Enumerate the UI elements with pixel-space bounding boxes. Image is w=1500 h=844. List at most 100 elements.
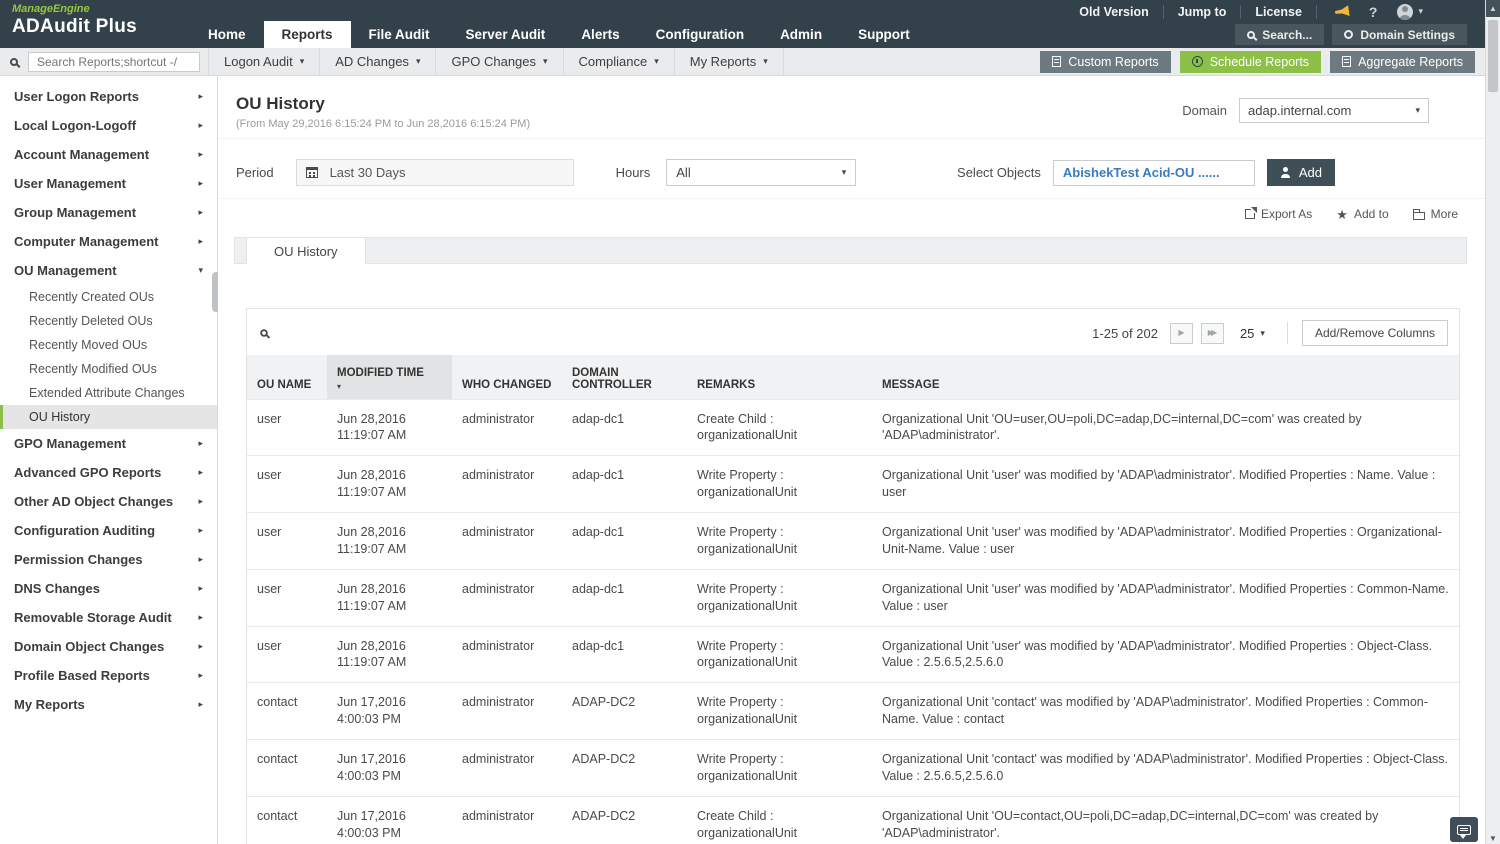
sidebar-item-domain-object-changes[interactable]: Domain Object Changes ▸ xyxy=(0,632,217,661)
column-label: OU NAME xyxy=(257,378,312,391)
domain-select[interactable]: adap.internal.com ▾ xyxy=(1239,98,1429,123)
table-row: user Jun 28,2016 11:19:07 AM administrator… xyxy=(247,455,1459,513)
add-remove-columns-button[interactable]: Add/Remove Columns xyxy=(1301,320,1448,346)
notifications-icon[interactable] xyxy=(1334,5,1349,18)
sidebar-item-user-management[interactable]: User Management ▸ xyxy=(0,169,217,198)
sidebar-item-advanced-gpo-reports[interactable]: Advanced GPO Reports ▸ xyxy=(0,458,217,487)
sidebar-item-user-logon-reports[interactable]: User Logon Reports ▸ xyxy=(0,82,217,111)
sidebar-subitem-ou-history[interactable]: OU History xyxy=(0,405,217,429)
action-add-to[interactable]: ★ Add to xyxy=(1336,207,1388,221)
sidebar-item-my-reports[interactable]: My Reports ▸ xyxy=(0,690,217,719)
scroll-up-icon[interactable]: ▲ xyxy=(1486,0,1500,17)
column-header-modified-time[interactable]: MODIFIED TIME ▾ xyxy=(327,355,452,399)
menu-logon-audit[interactable]: Logon Audit ▾ xyxy=(208,48,321,75)
sidebar-item-gpo-management[interactable]: GPO Management ▸ xyxy=(0,429,217,458)
sidebar-item-ou-management[interactable]: OU Management ▾ xyxy=(0,256,217,285)
next-page-button[interactable]: ▶ xyxy=(1169,322,1193,344)
sidebar-item-computer-management[interactable]: Computer Management ▸ xyxy=(0,227,217,256)
caret-down-icon: ▾ xyxy=(198,265,203,275)
nav-tab-home[interactable]: Home xyxy=(190,21,264,48)
schedule-reports-button[interactable]: Schedule Reports xyxy=(1179,50,1322,73)
sidebar-item-label: Advanced GPO Reports xyxy=(14,465,162,480)
period-input[interactable]: Last 30 Days xyxy=(295,159,574,186)
sidebar-subitem-recently-moved-ous[interactable]: Recently Moved OUs xyxy=(0,333,217,357)
select-objects-input[interactable] xyxy=(1052,159,1255,186)
menu-label: Compliance xyxy=(578,54,648,69)
action-export-as[interactable]: Export As xyxy=(1244,207,1313,221)
sidebar-item-account-management[interactable]: Account Management ▸ xyxy=(0,140,217,169)
action-more[interactable]: More xyxy=(1412,207,1458,221)
cell-dc: ADAP-DC2 xyxy=(562,682,687,740)
column-label: WHO CHANGED xyxy=(462,378,552,391)
sidebar-item-dns-changes[interactable]: DNS Changes ▸ xyxy=(0,574,217,603)
nav-tab-support[interactable]: Support xyxy=(840,21,928,48)
chat-button[interactable] xyxy=(1450,817,1478,842)
menu-gpo-changes[interactable]: GPO Changes ▾ xyxy=(436,48,564,75)
menu-ad-changes[interactable]: AD Changes ▾ xyxy=(320,48,437,75)
add-button-label: Add xyxy=(1298,165,1322,180)
sidebar-item-label: Removable Storage Audit xyxy=(14,610,172,625)
column-header-ou-name[interactable]: OU NAME xyxy=(247,355,327,399)
topbar: ManageEngine ADAudit Plus Old Version Jum… xyxy=(0,0,1485,48)
sidebar-subitem-extended-attribute-changes[interactable]: Extended Attribute Changes xyxy=(0,381,217,405)
sidebar-subitem-recently-created-ous[interactable]: Recently Created OUs xyxy=(0,285,217,309)
sidebar-item-profile-based-reports[interactable]: Profile Based Reports ▸ xyxy=(0,661,217,690)
custom-reports-button[interactable]: Custom Reports xyxy=(1040,50,1171,73)
nav-tab-alerts[interactable]: Alerts xyxy=(563,21,637,48)
nav-tab-reports[interactable]: Reports xyxy=(263,21,351,48)
page-size-select[interactable]: 25 ▾ xyxy=(1240,326,1265,341)
utility-link-license[interactable]: License xyxy=(1241,4,1317,19)
cell-remarks: Write Property : organizationalUnit xyxy=(687,512,872,570)
domain-settings-button[interactable]: Domain Settings xyxy=(1332,24,1467,45)
caret-right-icon: ▸ xyxy=(198,670,203,680)
scrollbar-thumb[interactable] xyxy=(1488,20,1498,92)
cell-who: administrator xyxy=(452,568,562,626)
global-search-button[interactable]: Search... xyxy=(1235,24,1325,45)
sidebar-subitem-recently-modified-ous[interactable]: Recently Modified OUs xyxy=(0,357,217,381)
nav-tab-configuration[interactable]: Configuration xyxy=(638,21,762,48)
hours-select[interactable]: All ▾ xyxy=(666,159,857,186)
report-search-input[interactable] xyxy=(28,51,200,72)
column-header-who-changed[interactable]: WHO CHANGED xyxy=(452,355,562,399)
cell-ou: user xyxy=(247,455,327,513)
menu-my-reports[interactable]: My Reports ▾ xyxy=(675,48,784,75)
tab-ou-history[interactable]: OU History xyxy=(246,238,366,264)
menu-label: Logon Audit xyxy=(224,54,293,69)
scroll-down-icon[interactable]: ▼ xyxy=(1486,834,1500,843)
utility-link-jump-to[interactable]: Jump to xyxy=(1164,4,1242,19)
help-icon[interactable]: ? xyxy=(1369,4,1378,20)
folder-icon xyxy=(1412,208,1425,220)
utility-links: Old Version Jump to License xyxy=(1065,0,1317,23)
sidebar-item-local-logon-logoff[interactable]: Local Logon-Logoff ▸ xyxy=(0,111,217,140)
sidebar-item-label: Computer Management xyxy=(14,234,159,249)
sidebar-item-other-ad-object-changes[interactable]: Other AD Object Changes ▸ xyxy=(0,487,217,516)
button-label: Schedule Reports xyxy=(1209,54,1310,69)
sidebar-subitem-recently-deleted-ous[interactable]: Recently Deleted OUs xyxy=(0,309,217,333)
last-page-button[interactable]: ▶ ▶ xyxy=(1200,322,1224,344)
sidebar-item-permission-changes[interactable]: Permission Changes ▸ xyxy=(0,545,217,574)
sidebar-item-label: Account Management xyxy=(14,147,150,162)
user-menu[interactable]: ▾ xyxy=(1397,3,1423,20)
sidebar-item-configuration-auditing[interactable]: Configuration Auditing ▸ xyxy=(0,516,217,545)
sidebar-item-removable-storage-audit[interactable]: Removable Storage Audit ▸ xyxy=(0,603,217,632)
nav-tab-admin[interactable]: Admin xyxy=(762,21,840,48)
sidebar-item-label: Configuration Auditing xyxy=(14,523,156,538)
table-row: user Jun 28,2016 11:19:07 AM administrator… xyxy=(247,512,1459,570)
cell-time: Jun 17,2016 4:00:03 PM xyxy=(327,739,452,797)
sidebar-item-label: Permission Changes xyxy=(14,552,143,567)
action-label: Export As xyxy=(1260,207,1313,221)
menu-compliance[interactable]: Compliance ▾ xyxy=(564,48,675,75)
table-search-icon[interactable] xyxy=(260,329,268,337)
add-object-button[interactable]: Add xyxy=(1266,159,1335,186)
column-header-domain-controller[interactable]: DOMAIN CONTROLLER xyxy=(562,355,687,399)
column-header-remarks[interactable]: REMARKS xyxy=(687,355,872,399)
vertical-scrollbar[interactable]: ▲ ▼ xyxy=(1485,0,1500,844)
nav-tab-file-audit[interactable]: File Audit xyxy=(351,21,448,48)
sidebar-item-label: Other AD Object Changes xyxy=(14,494,174,509)
sidebar-item-group-management[interactable]: Group Management ▸ xyxy=(0,198,217,227)
aggregate-reports-button[interactable]: Aggregate Reports xyxy=(1330,50,1475,73)
nav-tab-server-audit[interactable]: Server Audit xyxy=(448,21,564,48)
column-header-message[interactable]: MESSAGE xyxy=(872,355,1459,399)
utility-link-old-version[interactable]: Old Version xyxy=(1065,4,1164,19)
app-logo[interactable]: ManageEngine ADAudit Plus xyxy=(12,3,137,38)
